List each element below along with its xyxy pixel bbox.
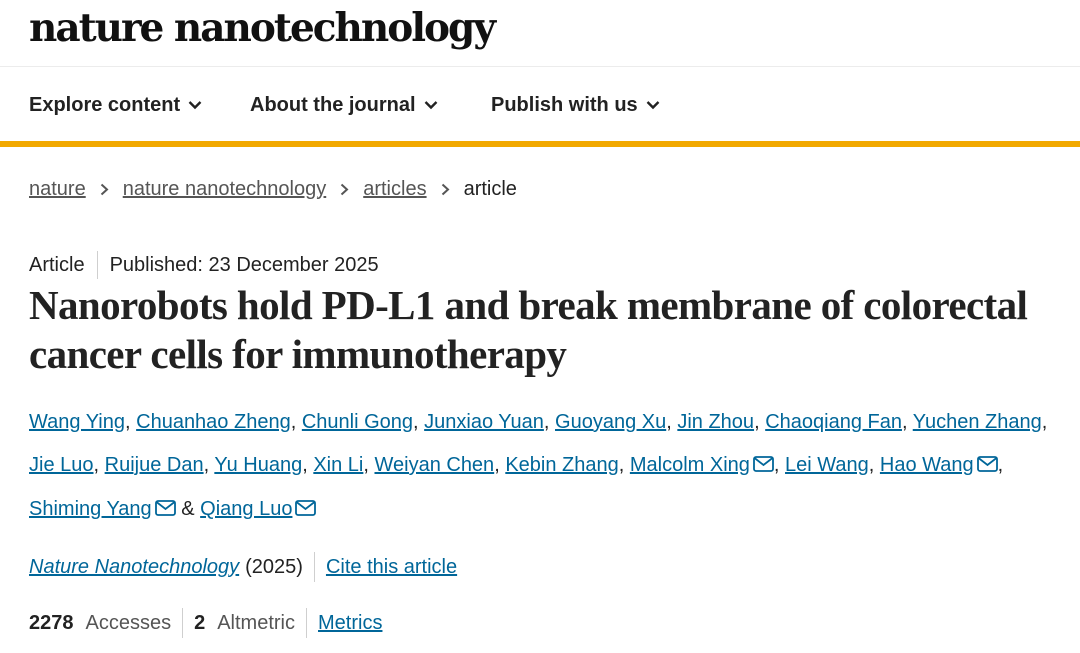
author-separator: , bbox=[93, 454, 105, 476]
email-icon[interactable] bbox=[154, 489, 176, 532]
author-list: Wang Ying, Chuanhao Zheng, Chunli Gong, … bbox=[29, 401, 1054, 532]
author-link[interactable]: Xin Li bbox=[313, 454, 363, 476]
breadcrumb: nature nature nanotechnology articles ar… bbox=[29, 175, 517, 203]
author-separator: , bbox=[773, 454, 786, 476]
primary-nav: Explore content About the journal Publis… bbox=[0, 67, 1080, 141]
author-link[interactable]: Jin Zhou bbox=[677, 411, 754, 433]
author-separator: & bbox=[175, 498, 201, 520]
author-separator: , bbox=[125, 411, 137, 433]
email-icon[interactable] bbox=[753, 445, 774, 488]
author-link[interactable]: Hao Wang bbox=[880, 454, 974, 476]
metrics-divider bbox=[182, 608, 184, 638]
chevron-right-icon bbox=[441, 183, 450, 196]
author-separator: , bbox=[1041, 411, 1048, 433]
author-link[interactable]: Chunli Gong bbox=[302, 411, 413, 433]
citation-divider bbox=[313, 552, 315, 582]
author-link[interactable]: Lei Wang bbox=[785, 454, 869, 476]
author-link[interactable]: Malcolm Xing bbox=[630, 454, 750, 476]
author-link[interactable]: Chuanhao Zheng bbox=[136, 411, 291, 433]
site-header: nature nanotechnology Explore content Ab… bbox=[0, 0, 1080, 147]
author-separator: , bbox=[203, 454, 215, 476]
author-separator: , bbox=[754, 411, 766, 433]
breadcrumb-current: article bbox=[463, 177, 517, 200]
meta-divider bbox=[96, 251, 98, 279]
journal-logo[interactable]: nature nanotechnology bbox=[29, 2, 496, 54]
breadcrumb-nature[interactable]: nature bbox=[29, 178, 86, 201]
accesses-count: 2278 bbox=[29, 611, 74, 634]
author-link[interactable]: Weiyan Chen bbox=[374, 454, 494, 476]
author-link[interactable]: Junxiao Yuan bbox=[424, 411, 544, 433]
nav-publish-with-us-label: Publish with us bbox=[491, 93, 638, 116]
author-separator: , bbox=[413, 411, 425, 433]
altmetric-label: Altmetric bbox=[217, 611, 296, 634]
email-icon[interactable] bbox=[295, 489, 317, 532]
metrics-divider bbox=[306, 608, 308, 638]
email-icon[interactable] bbox=[976, 445, 998, 488]
author-link[interactable]: Yuchen Zhang bbox=[913, 411, 1042, 433]
nav-explore-content-label: Explore content bbox=[29, 93, 181, 116]
author-link[interactable]: Shiming Yang bbox=[29, 498, 152, 520]
author-link[interactable]: Ruijue Dan bbox=[105, 454, 204, 476]
article-meta: Article Published: 23 December 2025 bbox=[29, 251, 379, 279]
author-link[interactable]: Kebin Zhang bbox=[505, 454, 618, 476]
cite-this-article-link[interactable]: Cite this article bbox=[326, 556, 457, 579]
author-link[interactable]: Yu Huang bbox=[214, 454, 302, 476]
author-separator: , bbox=[868, 454, 880, 476]
accent-bar bbox=[0, 141, 1080, 147]
author-separator: , bbox=[901, 411, 913, 433]
author-link[interactable]: Jie Luo bbox=[29, 454, 94, 476]
author-separator: , bbox=[302, 454, 314, 476]
altmetric-score: 2 bbox=[194, 611, 206, 634]
author-separator: , bbox=[997, 454, 1004, 476]
author-link[interactable]: Chaoqiang Fan bbox=[765, 411, 902, 433]
author-link[interactable]: Wang Ying bbox=[29, 411, 125, 433]
accesses-label: Accesses bbox=[85, 611, 172, 634]
author-separator: , bbox=[666, 411, 678, 433]
author-link[interactable]: Guoyang Xu bbox=[555, 411, 666, 433]
author-separator: , bbox=[363, 454, 375, 476]
publication-year: (2025) bbox=[245, 555, 303, 578]
nav-about-the-journal[interactable]: About the journal bbox=[250, 92, 438, 118]
article-type: Article bbox=[29, 253, 85, 276]
nav-publish-with-us[interactable]: Publish with us bbox=[491, 92, 660, 118]
masthead: nature nanotechnology bbox=[0, 0, 1080, 67]
nav-about-the-journal-label: About the journal bbox=[250, 93, 416, 116]
chevron-right-icon bbox=[340, 183, 349, 196]
chevron-right-icon bbox=[100, 183, 109, 196]
author-separator: , bbox=[543, 411, 556, 433]
article-metrics: 2278 Accesses 2 Altmetric Metrics bbox=[29, 608, 382, 638]
published-date: Published: 23 December 2025 bbox=[109, 253, 379, 276]
metrics-link[interactable]: Metrics bbox=[318, 612, 382, 635]
chevron-down-icon bbox=[188, 100, 202, 110]
chevron-down-icon bbox=[424, 100, 438, 110]
breadcrumb-articles[interactable]: articles bbox=[363, 178, 426, 201]
article-title: Nanorobots hold PD-L1 and break membrane… bbox=[29, 282, 1028, 377]
nav-explore-content[interactable]: Explore content bbox=[29, 92, 202, 118]
journal-link[interactable]: Nature Nanotechnology bbox=[29, 556, 239, 579]
author-separator: , bbox=[618, 454, 630, 476]
journal-citation: Nature Nanotechnology (2025) Cite this a… bbox=[29, 552, 457, 582]
breadcrumb-nature-nanotechnology[interactable]: nature nanotechnology bbox=[123, 178, 327, 201]
author-separator: , bbox=[290, 411, 302, 433]
chevron-down-icon bbox=[646, 100, 660, 110]
author-link[interactable]: Qiang Luo bbox=[200, 498, 292, 520]
author-separator: , bbox=[494, 454, 506, 476]
